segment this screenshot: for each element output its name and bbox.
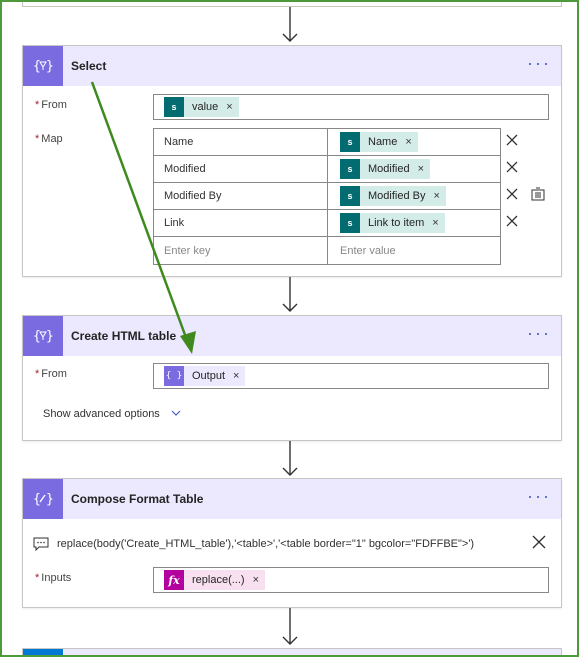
remove-token-icon[interactable]: ×: [253, 574, 259, 586]
dynamic-content-token[interactable]: { } Output ×: [164, 366, 246, 386]
map-value-cell[interactable]: s Link to item ×: [328, 210, 500, 236]
svg-text:{: {: [33, 492, 41, 507]
data-operation-icon: {}: [23, 46, 63, 86]
from-label: * From: [35, 368, 67, 380]
map-row: Name s Name ×: [154, 129, 500, 156]
dynamic-content-token[interactable]: s Link to item ×: [340, 213, 445, 233]
map-value-cell[interactable]: s Modified By ×: [328, 183, 500, 209]
remove-token-icon[interactable]: ×: [226, 101, 232, 113]
map-value-cell[interactable]: s Name ×: [328, 129, 500, 155]
svg-text:}: }: [46, 59, 53, 74]
map-table[interactable]: Name s Name × Modified s Modified × Modi…: [153, 128, 501, 265]
connector-arrow-icon: [282, 7, 298, 42]
map-key-input[interactable]: Enter key: [154, 237, 328, 264]
expression-comment-row: replace(body('Create_HTML_table'),'<tabl…: [33, 535, 548, 551]
delete-row-icon[interactable]: [505, 160, 519, 174]
close-icon[interactable]: [530, 533, 548, 551]
next-action-card: [22, 648, 562, 657]
map-key-cell[interactable]: Modified: [154, 156, 328, 182]
map-row: Modified By s Modified By ×: [154, 183, 500, 210]
map-row: Modified s Modified ×: [154, 156, 500, 183]
remove-token-icon[interactable]: ×: [233, 370, 239, 382]
delete-row-icon[interactable]: [505, 187, 519, 201]
map-key-cell[interactable]: Link: [154, 210, 328, 236]
connector-arrow-icon: [282, 441, 298, 476]
compose-format-table-card[interactable]: {} Compose Format Table ··· replace(body…: [22, 478, 562, 608]
sharepoint-icon: s: [340, 186, 360, 206]
svg-text:}: }: [46, 329, 53, 344]
map-label: * Map: [35, 133, 63, 145]
sharepoint-icon: s: [340, 159, 360, 179]
fx-icon: fx: [164, 570, 184, 590]
html-table-card-header[interactable]: {} Create HTML table ···: [23, 316, 561, 356]
dynamic-content-token[interactable]: s Name ×: [340, 132, 418, 152]
dynamic-content-token[interactable]: s Modified ×: [340, 159, 431, 179]
map-value-cell[interactable]: s Modified ×: [328, 156, 500, 182]
delete-row-icon[interactable]: [505, 214, 519, 228]
sharepoint-icon: s: [340, 132, 360, 152]
svg-text:}: }: [46, 492, 53, 507]
previous-action-card: [22, 0, 562, 7]
switch-to-text-mode-icon[interactable]: [531, 187, 545, 201]
inputs-field[interactable]: fx replace(...) ×: [153, 567, 549, 593]
delete-row-icon[interactable]: [505, 133, 519, 147]
card-title: Select: [71, 59, 107, 73]
data-operation-icon: {}: [23, 316, 63, 356]
compose-card-header[interactable]: {} Compose Format Table ···: [23, 479, 561, 519]
remove-token-icon[interactable]: ×: [405, 136, 411, 148]
select-action-card[interactable]: {} Select ··· *From s value × *Map Name …: [22, 45, 562, 277]
show-advanced-options-link[interactable]: Show advanced options: [43, 408, 181, 420]
dynamic-content-token[interactable]: s Modified By ×: [340, 186, 446, 206]
select-card-header[interactable]: {} Select ···: [23, 46, 561, 86]
compose-icon: {}: [23, 479, 63, 519]
from-label: * From: [35, 99, 67, 111]
card-title: Compose Format Table: [71, 492, 204, 506]
chevron-down-icon: [171, 410, 181, 416]
variable-icon: { }: [164, 366, 184, 386]
inputs-label: * Inputs: [35, 572, 72, 584]
comment-icon: [33, 537, 49, 551]
svg-text:{: {: [33, 329, 41, 344]
create-html-table-card[interactable]: {} Create HTML table ··· *From { } Outpu…: [22, 315, 562, 441]
from-field[interactable]: { } Output ×: [153, 363, 549, 389]
connector-arrow-icon: [282, 608, 298, 645]
from-field[interactable]: s value ×: [153, 94, 549, 120]
more-options-icon[interactable]: ···: [527, 487, 551, 505]
map-row: Link s Link to item ×: [154, 210, 500, 237]
remove-token-icon[interactable]: ×: [418, 163, 424, 175]
remove-token-icon[interactable]: ×: [433, 190, 439, 202]
map-row-new: Enter key Enter value: [154, 237, 500, 264]
card-title: Create HTML table: [71, 329, 177, 343]
map-key-cell[interactable]: Modified By: [154, 183, 328, 209]
more-options-icon[interactable]: ···: [527, 324, 551, 342]
next-action-icon: [23, 649, 63, 657]
sharepoint-icon: s: [164, 97, 184, 117]
svg-text:{: {: [33, 59, 41, 74]
sharepoint-icon: s: [340, 213, 360, 233]
expression-text: replace(body('Create_HTML_table'),'<tabl…: [57, 538, 475, 550]
more-options-icon[interactable]: ···: [527, 54, 551, 72]
map-key-cell[interactable]: Name: [154, 129, 328, 155]
dynamic-content-token[interactable]: s value ×: [164, 97, 239, 117]
map-value-input[interactable]: Enter value: [328, 237, 500, 264]
connector-arrow-icon: [282, 277, 298, 312]
remove-token-icon[interactable]: ×: [432, 217, 438, 229]
expression-token[interactable]: fx replace(...) ×: [164, 570, 266, 590]
